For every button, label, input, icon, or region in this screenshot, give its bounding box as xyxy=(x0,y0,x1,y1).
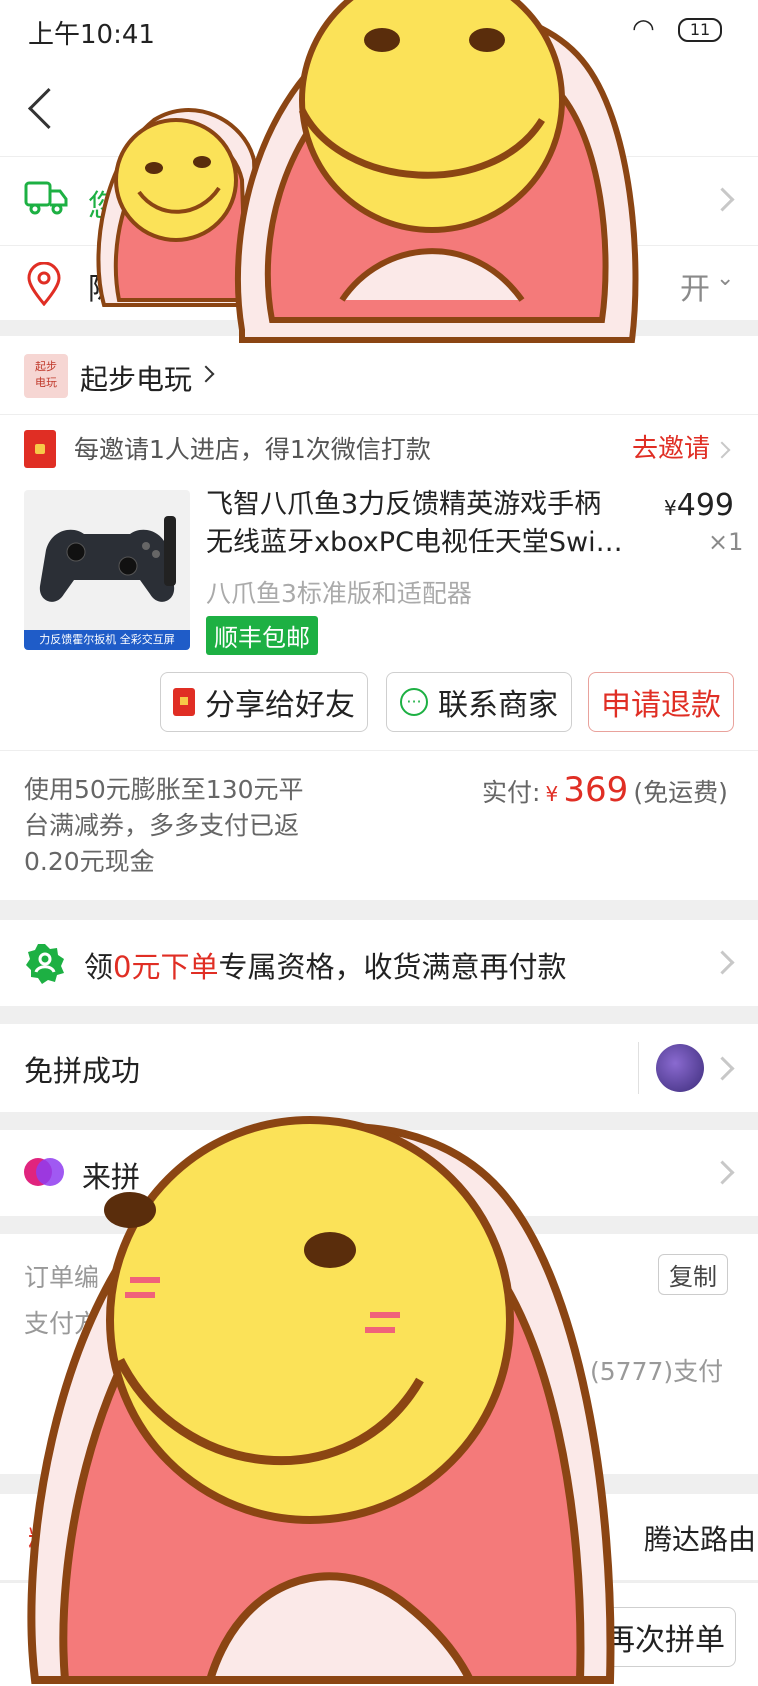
product-image-caption: 力反馈霍尔扳机 全彩交互屏 xyxy=(24,630,190,650)
order-card: 起步 电玩 起步电玩 每邀请1人进店，得1次微信打款 去邀请 力反馈霍尔扳机 全… xyxy=(0,336,758,900)
divider xyxy=(638,1042,639,1094)
battery-level: 11 xyxy=(689,20,711,39)
status-time: 上午10:41 xyxy=(28,20,155,50)
red-envelope-icon xyxy=(24,430,56,468)
tab-right[interactable]: 腾达路由 xyxy=(644,1518,756,1558)
shipping-badge: 顺丰包邮 xyxy=(206,616,318,655)
copy-button[interactable]: 复制 xyxy=(658,1254,728,1295)
truck-icon xyxy=(24,181,68,215)
sticker-large-bottom xyxy=(27,1116,615,1684)
battery-icon: 11 xyxy=(678,18,722,42)
store-name[interactable]: 起步电玩 xyxy=(80,358,192,398)
paid-currency: ¥ xyxy=(545,782,559,806)
chat-icon: ··· xyxy=(400,688,428,716)
chevron-down-icon: ⌄ xyxy=(716,266,735,291)
invite-text: 每邀请1人进店，得1次微信打款 xyxy=(74,435,431,464)
refund-button[interactable]: 申请退款 xyxy=(588,672,734,732)
chevron-right-icon xyxy=(710,950,735,975)
promo-highlight: 0元下单 xyxy=(113,950,219,984)
paid-summary: 实付: ¥ 369 (免运费) xyxy=(482,770,728,810)
red-envelope-icon xyxy=(173,688,195,716)
paid-label: 实付: xyxy=(482,778,541,807)
coupon-note: 使用50元膨胀至130元平台满减券，多多支付已返0.20元现金 xyxy=(24,775,304,876)
gamepad-icon xyxy=(39,516,176,602)
chevron-right-icon xyxy=(710,1056,735,1081)
avatar[interactable] xyxy=(656,1044,704,1092)
invite-button[interactable]: 去邀请 xyxy=(632,428,710,465)
paid-amount: 369 xyxy=(563,770,629,810)
sticker-large-top xyxy=(234,0,639,343)
product-title[interactable]: 飞智八爪鱼3力反馈精英游戏手柄无线蓝牙xboxPC电视任天堂Swi… xyxy=(206,486,626,562)
payment-divider xyxy=(0,750,758,751)
currency-symbol: ¥ xyxy=(664,496,677,520)
product-price: ¥499 xyxy=(664,488,734,523)
refund-label: 申请退款 xyxy=(601,688,721,723)
chevron-right-icon xyxy=(710,187,735,212)
invite-row[interactable]: 每邀请1人进店，得1次微信打款 去邀请 xyxy=(0,414,758,478)
contact-seller-button[interactable]: ··· 联系商家 xyxy=(386,672,572,732)
badge-check-icon xyxy=(26,944,64,984)
promo-row[interactable]: 领0元下单专属资格，收货满意再付款 xyxy=(0,920,758,1006)
shipping-note: (免运费) xyxy=(633,778,728,807)
back-icon[interactable] xyxy=(27,87,70,130)
location-pin-icon xyxy=(27,262,61,306)
promo-text: 领0元下单专属资格，收货满意再付款 xyxy=(84,944,566,986)
promo-pre: 领 xyxy=(84,950,114,984)
product-quantity: ×1 xyxy=(708,528,744,556)
address-expand[interactable]: 开 xyxy=(680,264,710,308)
reorder-label: 再次拼单 xyxy=(605,1623,725,1658)
store-logo: 起步 电玩 xyxy=(24,354,68,398)
promo-post: 专属资格，收货满意再付款 xyxy=(218,950,567,984)
share-button[interactable]: 分享给好友 xyxy=(160,672,368,732)
price-value: 499 xyxy=(676,488,734,523)
product-image[interactable]: 力反馈霍尔扳机 全彩交互屏 xyxy=(24,490,190,650)
chevron-right-icon xyxy=(713,441,731,459)
contact-label: 联系商家 xyxy=(438,688,558,723)
share-label: 分享给好友 xyxy=(205,688,355,723)
product-variant: 八爪鱼3标准版和适配器 xyxy=(206,579,472,608)
chevron-right-icon xyxy=(710,1160,735,1185)
chevron-right-icon xyxy=(197,365,215,383)
